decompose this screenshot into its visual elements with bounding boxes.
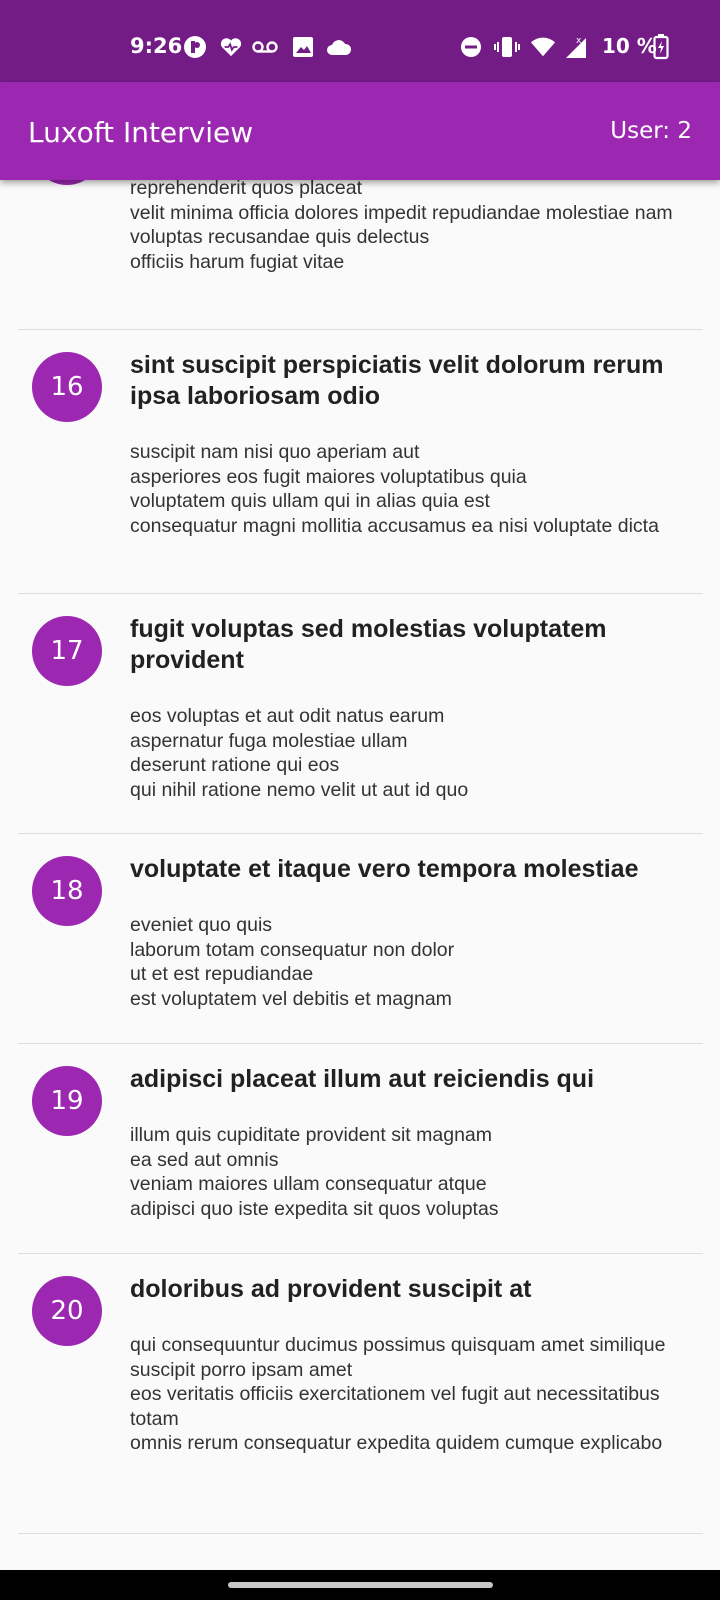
post-avatar: 17 [32,616,102,686]
app-badge-icon [182,34,208,60]
post-title: voluptate et itaque vero tempora molesti… [130,855,639,883]
list-item[interactable]: 17 fugit voluptas sed molestias voluptat… [18,594,703,834]
do-not-disturb-icon [458,34,484,60]
app-title: Luxoft Interview [28,116,254,149]
post-avatar: 20 [32,1276,102,1346]
image-icon [290,34,316,60]
list-item[interactable]: 16 sint suscipit perspiciatis velit dolo… [18,330,703,594]
status-time: 9:26 [130,34,183,58]
app-bar: Luxoft Interview User: 2 [0,82,720,180]
post-avatar [32,180,102,185]
system-navigation-bar [0,1570,720,1600]
post-list[interactable]: reprehenderit quos placeat velit minima … [0,180,720,1570]
list-item[interactable]: 19 adipisci placeat illum aut reiciendis… [18,1044,703,1254]
post-body: qui consequuntur ducimus possimus quisqu… [130,1334,666,1454]
post-body: illum quis cupiditate provident sit magn… [130,1124,499,1220]
battery-charging-icon [648,34,674,60]
list-item-partial[interactable]: reprehenderit quos placeat velit minima … [18,180,703,330]
post-body: eos voluptas et aut odit natus earum asp… [130,705,469,801]
post-avatar: 16 [32,352,102,422]
post-title: doloribus ad provident suscipit at [130,1275,532,1303]
post-body: reprehenderit quos placeat velit minima … [130,180,673,273]
post-title: fugit voluptas sed molestias voluptatem … [130,615,607,674]
post-body: eveniet quo quis laborum totam consequat… [130,914,455,1010]
cell-signal-icon: x [564,34,590,60]
svg-text:x: x [576,36,582,46]
vibrate-icon [494,34,520,60]
current-user-label: User: 2 [610,118,692,144]
post-avatar: 19 [32,1066,102,1136]
status-bar: 9:26 x 10 % [0,0,720,82]
post-title: sint suscipit perspiciatis velit dolorum… [130,351,664,410]
post-avatar: 18 [32,856,102,926]
voicemail-icon [252,34,278,60]
list-item[interactable]: 20 doloribus ad provident suscipit at qu… [18,1254,703,1534]
home-gesture-handle[interactable] [228,1582,493,1588]
post-title: adipisci placeat illum aut reiciendis qu… [130,1065,595,1093]
health-heart-icon [218,34,244,60]
list-item[interactable]: 18 voluptate et itaque vero tempora mole… [18,834,703,1044]
post-body: suscipit nam nisi quo aperiam aut asperi… [130,441,659,537]
cloud-icon [326,34,352,60]
wifi-icon [530,34,556,60]
